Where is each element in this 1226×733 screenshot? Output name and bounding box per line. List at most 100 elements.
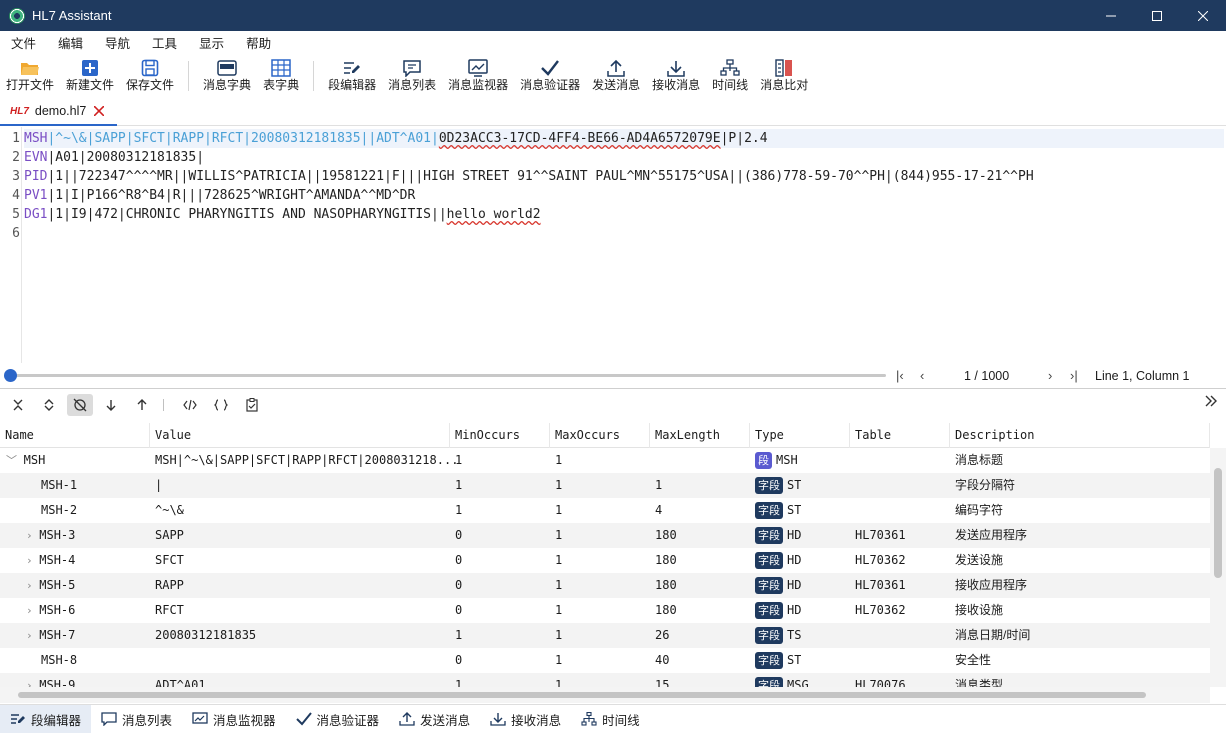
scroll-thumb[interactable] [1214, 468, 1222, 578]
move-up-button[interactable] [129, 394, 155, 416]
new-file-button[interactable]: 新建文件 [60, 53, 120, 93]
tab-receive-message[interactable]: 接收消息 [480, 705, 571, 733]
maximize-button[interactable] [1134, 0, 1180, 31]
save-file-button[interactable]: 保存文件 [120, 53, 180, 93]
table-row[interactable]: › MSH-5 RAPP 0 1 180 字段 HD HL70361 接收应用程序 [0, 573, 1210, 598]
chevron-right-icon[interactable]: › [26, 679, 39, 687]
code-line[interactable]: DG1|1|I9|472|CHRONIC PHARYNGITIS AND NAS… [24, 205, 541, 224]
view-xml-button[interactable] [177, 394, 203, 416]
tab-timeline[interactable]: 时间线 [571, 705, 650, 733]
type-badge: 字段 [755, 577, 783, 594]
chevron-right-icon[interactable]: › [26, 579, 39, 592]
cell-value: ^~\& [155, 503, 184, 517]
code-tags-icon [183, 399, 197, 411]
code-line[interactable]: EVN|A01|20080312181835| [24, 148, 204, 167]
message-monitor-button[interactable]: 消息监视器 [442, 53, 514, 93]
vertical-scrollbar[interactable] [1210, 448, 1226, 687]
type-badge: 字段 [755, 602, 783, 619]
toolbar-separator [313, 61, 315, 91]
toolbar: 打开文件 新建文件 保存文件 消息字典 表字典 段编辑器 消息列表 消息监视器 … [0, 53, 1226, 97]
column-header-description[interactable]: Description [950, 423, 1210, 448]
column-header-maxlength[interactable]: MaxLength [650, 423, 750, 448]
next-page-icon[interactable]: › [1048, 368, 1052, 383]
sync-toggle-button[interactable] [67, 394, 93, 416]
table-row[interactable]: › MSH-7 20080312181835 1 1 26 字段 TS 消息日期/时间 [0, 623, 1210, 648]
tab-message-monitor[interactable]: 消息监视器 [182, 705, 286, 733]
arrow-down-icon [106, 400, 116, 411]
collapse-all-button[interactable] [5, 394, 31, 416]
horizontal-scrollbar[interactable] [0, 687, 1210, 703]
table-row[interactable]: MSH-8 0 1 40 字段 ST 安全性 [0, 648, 1210, 673]
message-compare-button[interactable]: 消息比对 [754, 53, 814, 93]
column-header-maxoccurs[interactable]: MaxOccurs [550, 423, 650, 448]
tab-segment-editor[interactable]: 段编辑器 [0, 704, 92, 733]
code-line[interactable]: PID|1||722347^^^^MR||WILLIS^PATRICIA||19… [24, 167, 1034, 186]
close-tab-icon[interactable] [94, 106, 105, 116]
table-dictionary-button[interactable]: 表字典 [257, 53, 305, 93]
cell-desc: 消息日期/时间 [955, 628, 1031, 642]
chevron-down-icon[interactable]: ﹀ [6, 454, 24, 467]
close-button[interactable] [1180, 0, 1226, 31]
menu-help[interactable]: 帮助 [235, 33, 282, 52]
chevron-right-icon[interactable]: › [26, 629, 39, 642]
panel-splitter[interactable] [0, 388, 1226, 389]
scroll-thumb[interactable] [18, 692, 1146, 698]
column-header-value[interactable]: Value [150, 423, 450, 448]
menu-edit[interactable]: 编辑 [47, 33, 94, 52]
table-row[interactable]: ﹀ MSH MSH|^~\&|SAPP|SFCT|RAPP|RFCT|200803… [0, 448, 1210, 473]
clipboard-button[interactable] [239, 394, 265, 416]
first-page-icon[interactable]: |‹ [896, 368, 904, 383]
app-logo-icon [9, 7, 25, 24]
collapse-panel-button[interactable] [1204, 394, 1218, 411]
previous-page-icon[interactable]: ‹ [920, 368, 924, 383]
table-row[interactable]: MSH-1 | 1 1 1 字段 ST 字段分隔符 [0, 473, 1210, 498]
cell-type: 字段 HD [755, 548, 801, 573]
receive-message-button[interactable]: 接收消息 [646, 53, 706, 93]
last-page-icon[interactable]: ›| [1070, 368, 1078, 383]
message-slider[interactable] [12, 374, 886, 377]
segment-editor-button[interactable]: 段编辑器 [322, 53, 382, 93]
hl7-text-editor[interactable]: 1 2 3 4 5 6 MSH|^~\&|SAPP|SFCT|RAPP|RFCT… [0, 127, 1226, 363]
tab-demo-hl7[interactable]: HL7 demo.hl7 [0, 98, 117, 126]
message-dictionary-button[interactable]: 消息字典 [197, 53, 257, 93]
cell-desc: 消息标题 [955, 453, 1004, 467]
table-row[interactable]: › MSH-9 ADT^A01 1 1 15 字段 MSG HL70076 消息类型 [0, 673, 1210, 687]
message-list-button[interactable]: 消息列表 [382, 53, 442, 93]
table-row[interactable]: › MSH-4 SFCT 0 1 180 字段 HD HL70362 发送设施 [0, 548, 1210, 573]
timeline-button[interactable]: 时间线 [706, 53, 754, 93]
menu-file[interactable]: 文件 [0, 33, 47, 52]
chevron-right-icon[interactable]: › [26, 529, 39, 542]
menu-tools[interactable]: 工具 [141, 33, 188, 52]
code-line[interactable]: PV1|1|I|P166^R8^B4|R|||728625^WRIGHT^AMA… [24, 186, 415, 205]
slider-handle[interactable] [4, 369, 17, 382]
spellcheck-underline: 0D23ACC3-17CD-4FF4-BE66-AD4A6572079E [438, 131, 721, 146]
tab-message-list[interactable]: 消息列表 [91, 705, 182, 733]
minimize-button[interactable] [1088, 0, 1134, 31]
chevron-right-icon[interactable]: › [26, 554, 39, 567]
move-down-button[interactable] [98, 394, 124, 416]
table-row[interactable]: › MSH-3 SAPP 0 1 180 字段 HD HL70361 发送应用程序 [0, 523, 1210, 548]
tab-message-validator[interactable]: 消息验证器 [286, 705, 390, 733]
table-row[interactable]: MSH-2 ^~\& 1 1 4 字段 ST 编码字符 [0, 498, 1210, 523]
cell-len: 15 [655, 678, 670, 687]
chat-list-icon [101, 712, 117, 726]
code-line[interactable]: MSH|^~\&|SAPP|SFCT|RAPP|RFCT|20080312181… [24, 129, 1224, 148]
menu-navigate[interactable]: 导航 [94, 33, 141, 52]
message-validator-button[interactable]: 消息验证器 [514, 53, 586, 93]
chevron-right-icon[interactable]: › [26, 604, 39, 617]
column-header-type[interactable]: Type [750, 423, 850, 448]
toolbar-separator [188, 61, 190, 91]
message-navigation-bar: |‹ ‹ 1 / 1000 › ›| Line 1, Column 1 [0, 366, 1226, 386]
view-json-button[interactable] [208, 394, 234, 416]
open-file-button[interactable]: 打开文件 [0, 53, 60, 93]
menu-view[interactable]: 显示 [188, 33, 235, 52]
expand-all-button[interactable] [36, 394, 62, 416]
cell-desc: 接收设施 [955, 603, 1004, 617]
column-header-name[interactable]: Name [0, 423, 150, 448]
cell-type: 字段 ST [755, 473, 801, 498]
column-header-minoccurs[interactable]: MinOccurs [450, 423, 550, 448]
table-row[interactable]: › MSH-6 RFCT 0 1 180 字段 HD HL70362 接收设施 [0, 598, 1210, 623]
send-message-button[interactable]: 发送消息 [586, 53, 646, 93]
column-header-table[interactable]: Table [850, 423, 950, 448]
tab-send-message[interactable]: 发送消息 [389, 705, 480, 733]
